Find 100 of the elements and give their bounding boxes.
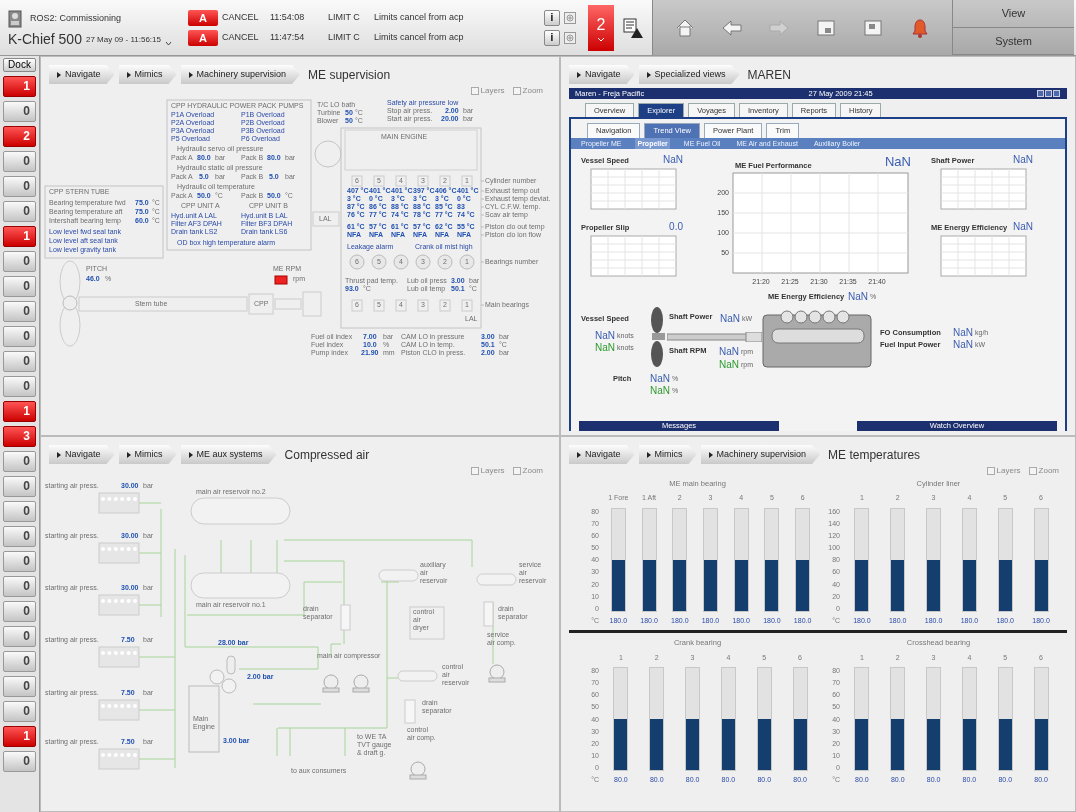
- alarm-counter[interactable]: 0: [3, 551, 36, 572]
- checkbox[interactable]: [470, 467, 479, 475]
- checkbox[interactable]: [512, 467, 521, 475]
- alarm-counter[interactable]: 0: [3, 651, 36, 672]
- product-name: K-Chief 500: [8, 31, 82, 46]
- alarm-counter[interactable]: 0: [3, 476, 36, 497]
- reading-value: NaN: [719, 345, 739, 359]
- window-controls-icon[interactable]: [1037, 90, 1061, 97]
- checkbox[interactable]: [986, 467, 995, 475]
- triangle-icon: [126, 451, 131, 458]
- reading-value: NaN: [720, 312, 740, 326]
- chart-value: 0.0: [669, 219, 683, 234]
- checkbox[interactable]: [470, 87, 479, 95]
- expand-icon[interactable]: [564, 31, 576, 44]
- triangle-icon: [646, 71, 651, 78]
- triangle-icon: [57, 71, 61, 78]
- menu-button[interactable]: View: [953, 0, 1074, 28]
- date-time: 27 May 09 - 11:56:15: [85, 33, 161, 46]
- reading-value: NaN: [650, 372, 670, 386]
- alarm-counter[interactable]: 3: [3, 426, 36, 447]
- device-icon: [8, 9, 22, 28]
- info-button[interactable]: i: [544, 9, 560, 26]
- alarm-message: Limits cancel from acp: [374, 30, 465, 44]
- panel-title: ME temperatures: [828, 446, 921, 464]
- alarm-counter[interactable]: 0: [3, 276, 36, 297]
- alarm-type: LIMIT C: [328, 10, 361, 24]
- reading-value: NaN: [650, 384, 670, 398]
- alarm-counter[interactable]: 0: [3, 751, 36, 772]
- chart-value: NaN: [663, 152, 683, 167]
- checkbox[interactable]: [512, 87, 521, 95]
- alarm-counter[interactable]: 0: [3, 176, 36, 197]
- breadcrumb-button[interactable]: Machinery supervision: [180, 65, 301, 84]
- alarm-counter[interactable]: 0: [3, 701, 36, 722]
- panel-title: Compressed air: [284, 446, 370, 464]
- reading-value: NaN: [953, 326, 973, 340]
- triangle-icon: [188, 71, 193, 78]
- breadcrumb-button[interactable]: Mimics: [118, 65, 177, 84]
- breadcrumb-button[interactable]: Mimics: [118, 445, 177, 464]
- alarm-counter[interactable]: 0: [3, 626, 36, 647]
- alarm-counter[interactable]: 0: [3, 601, 36, 622]
- chart-value: NaN: [885, 152, 911, 171]
- menu-button[interactable]: System: [953, 27, 1074, 55]
- triangle-icon: [708, 451, 713, 458]
- triangle-icon: [646, 451, 651, 458]
- alarm-counter[interactable]: 0: [3, 326, 36, 347]
- checkbox[interactable]: [1028, 467, 1037, 475]
- alarm-action: CANCEL: [222, 30, 260, 44]
- alarm-counter[interactable]: 0: [3, 501, 36, 522]
- alarm-counter[interactable]: 2: [588, 4, 614, 51]
- alarm-counter[interactable]: 0: [3, 251, 36, 272]
- reading-value: NaN: [848, 290, 868, 304]
- alarm-counter[interactable]: 1: [3, 401, 36, 422]
- alarm-counter[interactable]: 0: [3, 576, 36, 597]
- alarm-counter[interactable]: 0: [3, 301, 36, 322]
- chart-value: NaN: [1013, 152, 1033, 167]
- caret-icon: [597, 37, 605, 42]
- alarm-counter[interactable]: 0: [3, 376, 36, 397]
- breadcrumb-button[interactable]: Mimics: [638, 445, 697, 464]
- triangle-icon: [57, 451, 61, 458]
- system-name: ROS2: Commissioning: [30, 11, 122, 25]
- alarm-counter[interactable]: 1: [3, 226, 36, 247]
- panel-title: ME supervision: [308, 66, 391, 84]
- alarm-counter[interactable]: 0: [3, 101, 36, 122]
- reading-value: NaN: [595, 341, 615, 355]
- alarm-message: Limits cancel from acp: [374, 10, 465, 24]
- breadcrumb-button[interactable]: Machinery supervision: [700, 445, 821, 464]
- alarm-time: 11:47:54: [270, 30, 306, 44]
- alarm-action: CANCEL: [222, 10, 260, 24]
- reading-value: NaN: [719, 358, 739, 372]
- panel-title: MAREN: [747, 66, 791, 84]
- expand-icon[interactable]: [564, 11, 576, 24]
- alarm-time: 11:54:08: [270, 10, 306, 24]
- dock-button[interactable]: Dock: [3, 58, 36, 72]
- breadcrumb-button[interactable]: Specialized views: [638, 65, 740, 84]
- caret-icon[interactable]: [164, 40, 172, 46]
- alarm-counter[interactable]: 1: [3, 76, 36, 97]
- alarm-counter[interactable]: 1: [3, 726, 36, 747]
- reading-value: NaN: [953, 338, 973, 352]
- breadcrumb-button[interactable]: Navigate: [49, 445, 115, 464]
- triangle-icon: [577, 451, 581, 458]
- triangle-icon: [126, 71, 131, 78]
- alarm-list-icon[interactable]: [622, 16, 644, 39]
- breadcrumb-button[interactable]: Navigate: [569, 65, 635, 84]
- alarm-counter[interactable]: 2: [3, 126, 36, 147]
- alarm-counter[interactable]: 0: [3, 676, 36, 697]
- alarm-counter[interactable]: 0: [3, 201, 36, 222]
- reading-value: NaN: [595, 329, 615, 343]
- alarm-counter[interactable]: 0: [3, 151, 36, 172]
- propeller-drawing: [649, 306, 665, 368]
- alarm-counter[interactable]: 0: [3, 351, 36, 372]
- breadcrumb-button[interactable]: ME aux systems: [180, 445, 277, 464]
- triangle-icon: [188, 451, 193, 458]
- triangle-icon: [577, 71, 581, 78]
- chart-value: NaN: [1013, 219, 1033, 234]
- alarm-counter[interactable]: 0: [3, 451, 36, 472]
- breadcrumb-button[interactable]: Navigate: [49, 65, 115, 84]
- alarm-type: LIMIT C: [328, 30, 361, 44]
- alarm-counter[interactable]: 0: [3, 526, 36, 547]
- info-button[interactable]: i: [544, 29, 560, 46]
- breadcrumb-button[interactable]: Navigate: [569, 445, 635, 464]
